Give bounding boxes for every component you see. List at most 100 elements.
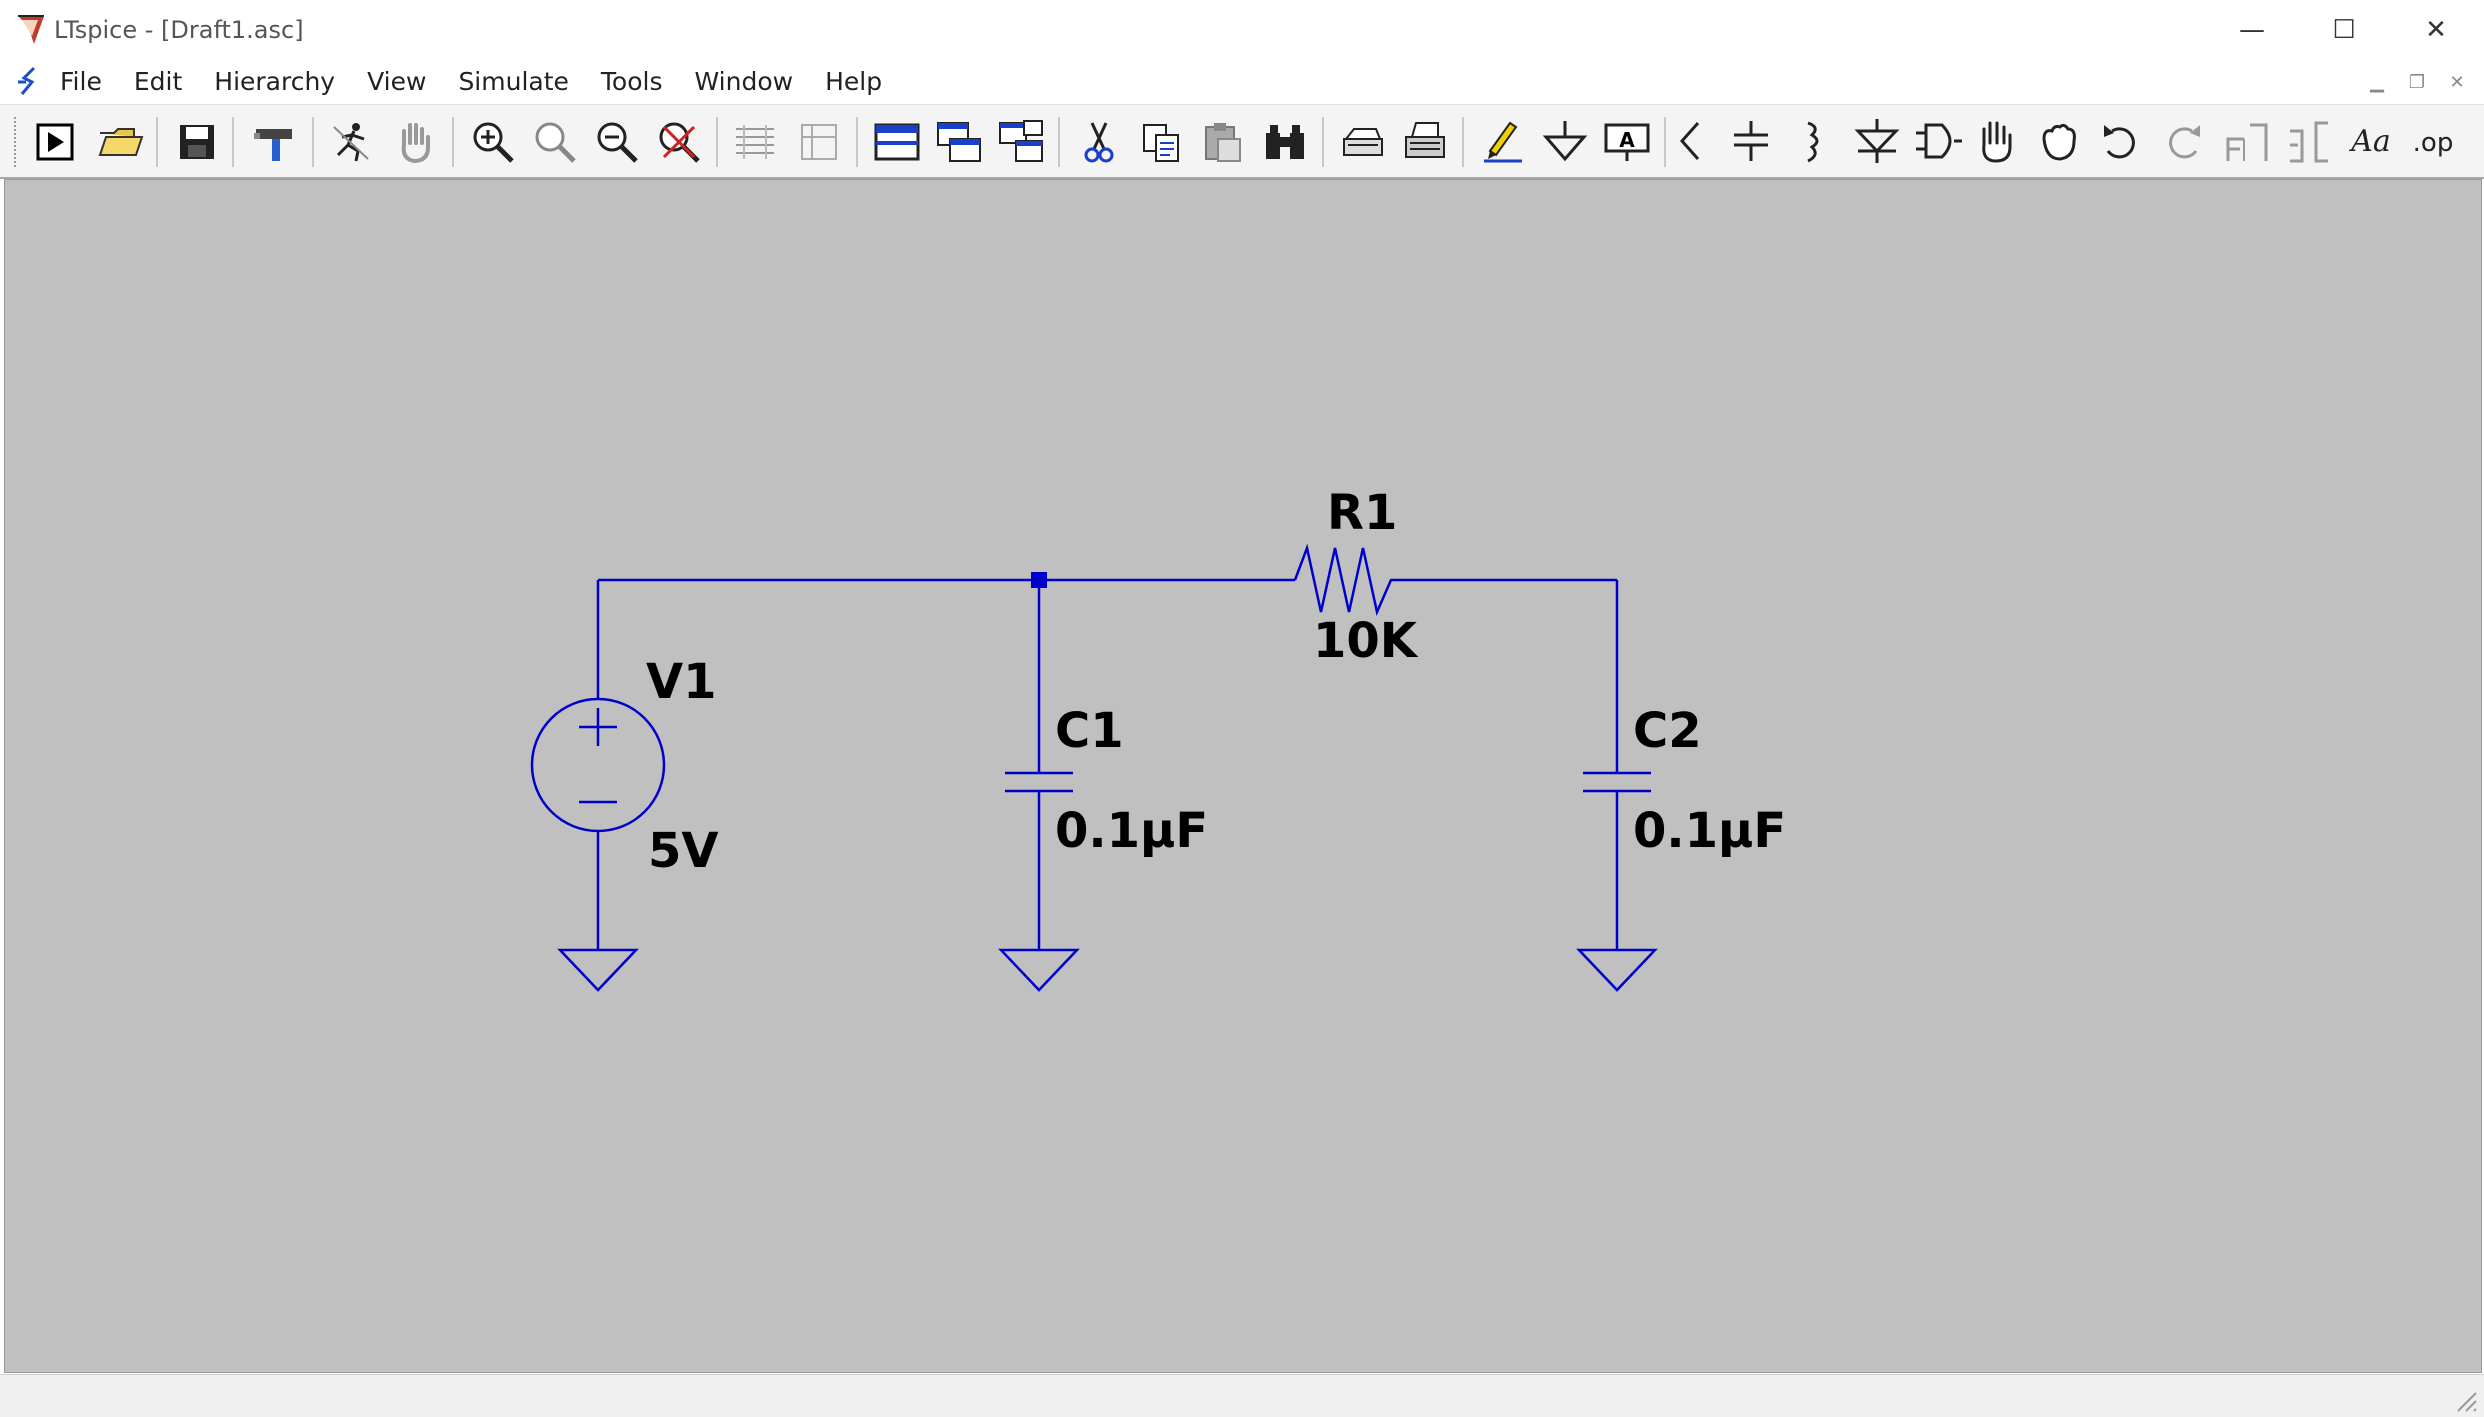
ground-v1 [557, 948, 639, 992]
doc-minimize-button[interactable]: ▁ [2360, 68, 2394, 98]
resistor-button[interactable] [1664, 115, 1718, 169]
cascade-button[interactable] [870, 115, 924, 169]
menu-help[interactable]: Help [809, 60, 898, 104]
capacitor-icon [1734, 121, 1768, 161]
move-button[interactable] [1970, 115, 2024, 169]
c2-name-label[interactable]: C2 [1633, 703, 1702, 759]
print-preview-button[interactable] [1336, 115, 1390, 169]
print-preview-icon [1343, 128, 1383, 156]
text-icon: Aa [2348, 124, 2391, 159]
paste-icon [1205, 123, 1241, 162]
doc-restore-button[interactable]: ❐ [2400, 68, 2434, 98]
redo-icon [2169, 125, 2200, 159]
toolbar: A Aa .op [0, 105, 2484, 179]
resize-grip-icon[interactable] [2448, 1383, 2478, 1413]
tile-icon [937, 122, 981, 162]
svg-text:A: A [1619, 128, 1635, 152]
v1-name-label[interactable]: V1 [646, 654, 717, 710]
menu-tools[interactable]: Tools [585, 60, 679, 104]
mirror-button[interactable] [2282, 115, 2336, 169]
resistor-icon [1679, 122, 1700, 160]
zoom-out-icon [597, 122, 638, 163]
r1-value-label[interactable]: 10K [1313, 613, 1417, 669]
arrange-button[interactable] [994, 115, 1048, 169]
status-bar [0, 1374, 2484, 1417]
drag-icon [2042, 123, 2076, 161]
print-button[interactable] [1398, 115, 1452, 169]
rotate-icon [2226, 123, 2268, 161]
text-button[interactable]: Aa [2344, 115, 2398, 169]
menu-view[interactable]: View [351, 60, 442, 104]
maximize-button[interactable]: ☐ [2298, 0, 2390, 60]
close-button[interactable]: ✕ [2390, 0, 2482, 60]
menu-window[interactable]: Window [679, 60, 810, 104]
redo-button[interactable] [2156, 115, 2210, 169]
schematic-doc-icon[interactable] [14, 64, 44, 98]
halt-button[interactable] [324, 115, 378, 169]
control-panel-icon [254, 129, 292, 161]
v1-plus [579, 708, 617, 746]
v1-value-label[interactable]: 5V [648, 823, 719, 879]
zoom-fit-button[interactable] [652, 115, 706, 169]
component-icon [1916, 123, 1962, 159]
menu-file[interactable]: File [44, 60, 118, 104]
cut-icon [1084, 122, 1114, 163]
tile-horizontal-button[interactable] [728, 115, 782, 169]
toolbar-grip[interactable] [14, 117, 20, 167]
svg-text:Aa: Aa [2348, 124, 2391, 159]
ground-c1 [998, 948, 1080, 992]
svg-text:.op: .op [2413, 128, 2454, 158]
undo-button[interactable] [2094, 115, 2148, 169]
menu-simulate[interactable]: Simulate [442, 60, 584, 104]
tile-vertical-icon [801, 124, 837, 160]
print-icon [1405, 122, 1445, 158]
pan-button[interactable] [388, 115, 442, 169]
menu-hierarchy[interactable]: Hierarchy [198, 60, 351, 104]
ground-button[interactable] [1538, 115, 1592, 169]
window-title: LTspice - [Draft1.asc] [54, 16, 304, 44]
zoom-in-button[interactable] [466, 115, 520, 169]
tile-horizontal-icon [736, 125, 774, 159]
undo-icon [2104, 125, 2135, 159]
pan-hand-icon [401, 123, 430, 164]
schematic-canvas[interactable]: V1 5V C1 0.1µF R1 10K C2 0.1µF [4, 179, 2482, 1373]
c2-value-label[interactable]: 0.1µF [1633, 803, 1786, 859]
r1-name-label[interactable]: R1 [1327, 485, 1397, 541]
menu-edit[interactable]: Edit [118, 60, 198, 104]
c1-name-label[interactable]: C1 [1055, 703, 1124, 759]
minimize-button[interactable]: — [2206, 0, 2298, 60]
cut-button[interactable] [1072, 115, 1126, 169]
capacitor-button[interactable] [1724, 115, 1778, 169]
drag-button[interactable] [2032, 115, 2086, 169]
find-button[interactable] [1258, 115, 1312, 169]
open-button[interactable] [94, 115, 148, 169]
c1-value-label[interactable]: 0.1µF [1055, 803, 1208, 859]
draw-wire-icon [1484, 121, 1522, 163]
rotate-button[interactable] [2220, 115, 2274, 169]
zoom-out-button[interactable] [590, 115, 644, 169]
capacitor-c2 [1583, 771, 1651, 793]
inductor-button[interactable] [1786, 115, 1840, 169]
spice-directive-button[interactable]: .op [2406, 115, 2460, 169]
move-icon [1982, 121, 2012, 163]
net-label-icon: A [1604, 123, 1650, 161]
component-button[interactable] [1912, 115, 1966, 169]
zoom-in-icon [473, 122, 514, 163]
resistor-r1 [1293, 543, 1617, 617]
tile-button[interactable] [932, 115, 986, 169]
ground-icon [1542, 121, 1588, 162]
diode-button[interactable] [1850, 115, 1904, 169]
doc-close-button[interactable]: ✕ [2440, 68, 2474, 98]
paste-button[interactable] [1196, 115, 1250, 169]
control-panel-button[interactable] [248, 115, 302, 169]
copy-button[interactable] [1134, 115, 1188, 169]
draw-wire-button[interactable] [1476, 115, 1530, 169]
run-button[interactable] [28, 115, 82, 169]
ltspice-logo-icon [18, 15, 44, 44]
tile-vertical-button[interactable] [792, 115, 846, 169]
save-button[interactable] [170, 115, 224, 169]
diode-icon [1854, 119, 1900, 163]
zoom-fit-icon [659, 122, 700, 163]
zoom-area-button[interactable] [528, 115, 582, 169]
net-label-button[interactable]: A [1600, 115, 1654, 169]
